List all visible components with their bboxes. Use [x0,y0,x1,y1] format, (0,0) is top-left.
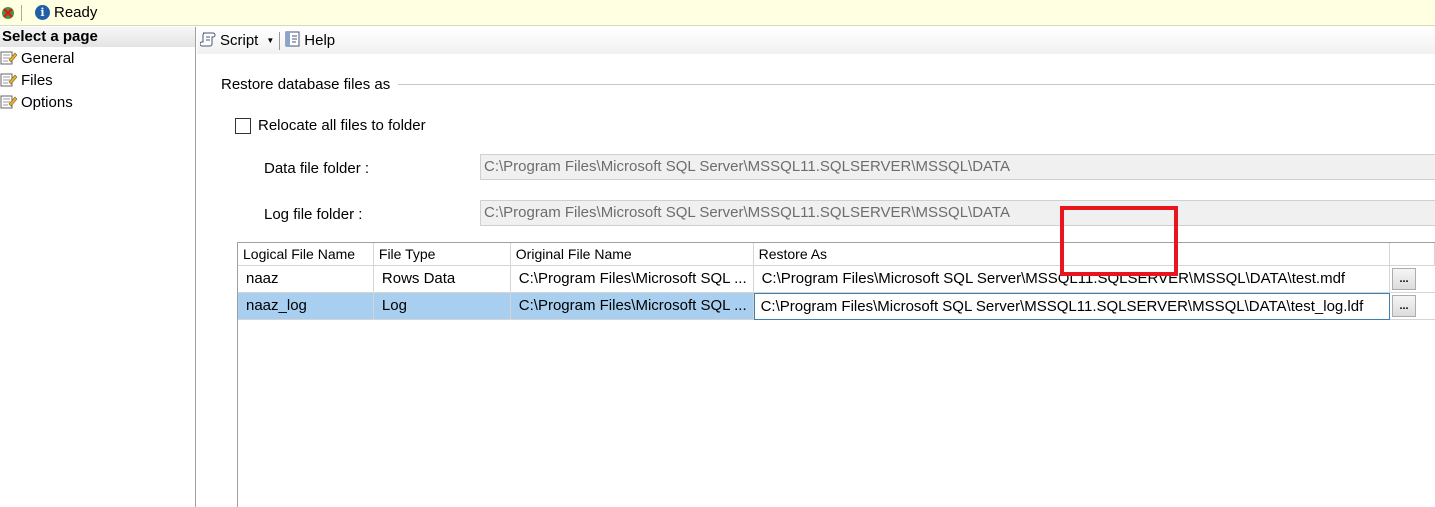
browse-cell: ... [1390,266,1435,293]
help-icon [285,31,300,51]
file-type-cell[interactable]: Rows Data [373,266,511,293]
logical-name-cell[interactable]: naaz_log [238,293,374,320]
column-header[interactable]: File Type [373,243,511,266]
page-icon [0,72,18,88]
restore-as-input[interactable]: C:\Program Files\Microsoft SQL Server\MS… [753,293,1391,320]
error-x-icon [1,6,15,20]
section-title-text: Restore database files as [221,76,391,93]
section-title: Restore database files as [221,76,1435,93]
page-item-options[interactable]: Options [0,91,195,113]
status-text: Ready [54,4,98,21]
restore-as-cell[interactable]: C:\Program Files\Microsoft SQL Server\MS… [753,266,1391,293]
logical-name-cell[interactable]: naaz [238,266,374,293]
page-icon [0,94,18,110]
select-page-pane: Select a page General Files Options [0,27,196,507]
files-grid[interactable]: Logical File Name File Type Original Fil… [237,242,1435,507]
help-button[interactable]: Help [282,30,338,52]
section-divider [398,84,1435,85]
page-item-general[interactable]: General [0,47,195,69]
grid-header: Logical File Name File Type Original Fil… [238,243,1435,266]
select-page-header: Select a page [0,27,195,47]
page-item-files[interactable]: Files [0,69,195,91]
column-header[interactable]: Logical File Name [238,243,374,266]
status-bar: i Ready [0,0,1435,26]
help-label: Help [304,32,336,49]
table-row[interactable]: naaz Rows Data C:\Program Files\Microsof… [238,266,1435,293]
page-icon [0,50,18,66]
column-header[interactable]: Original File Name [510,243,754,266]
chevron-down-icon[interactable]: ▼ [266,36,274,45]
relocate-label: Relocate all files to folder [258,117,426,134]
browse-button[interactable]: ... [1392,268,1417,290]
relocate-checkbox-row[interactable]: Relocate all files to folder [235,117,426,134]
column-header[interactable]: Restore As [753,243,1391,266]
toolbar: Script ▼ Help [197,27,1435,54]
toolbar-separator [279,31,281,50]
files-page: Restore database files as Relocate all f… [197,54,1435,507]
data-folder-field[interactable]: C:\Program Files\Microsoft SQL Server\MS… [480,154,1435,180]
original-file-cell[interactable]: C:\Program Files\Microsoft SQL ... [510,293,754,320]
status-separator [21,4,22,21]
relocate-checkbox[interactable] [235,117,251,134]
info-icon: i [35,5,50,20]
data-folder-label: Data file folder : [264,160,370,177]
page-item-label: Files [21,71,53,89]
file-type-cell[interactable]: Log [373,293,511,320]
script-icon [199,31,217,51]
browse-cell: ... [1390,293,1435,320]
page-item-label: General [21,49,75,67]
script-label: Script [220,32,259,49]
log-folder-label: Log file folder : [264,206,363,223]
script-button[interactable]: Script ▼ [197,30,277,52]
table-row-selected[interactable]: naaz_log Log C:\Program Files\Microsoft … [238,293,1435,320]
log-folder-field[interactable]: C:\Program Files\Microsoft SQL Server\MS… [480,200,1435,226]
page-item-label: Options [21,93,73,111]
original-file-cell[interactable]: C:\Program Files\Microsoft SQL ... [510,266,754,293]
column-header-browse [1390,243,1435,266]
browse-button[interactable]: ... [1392,295,1417,317]
